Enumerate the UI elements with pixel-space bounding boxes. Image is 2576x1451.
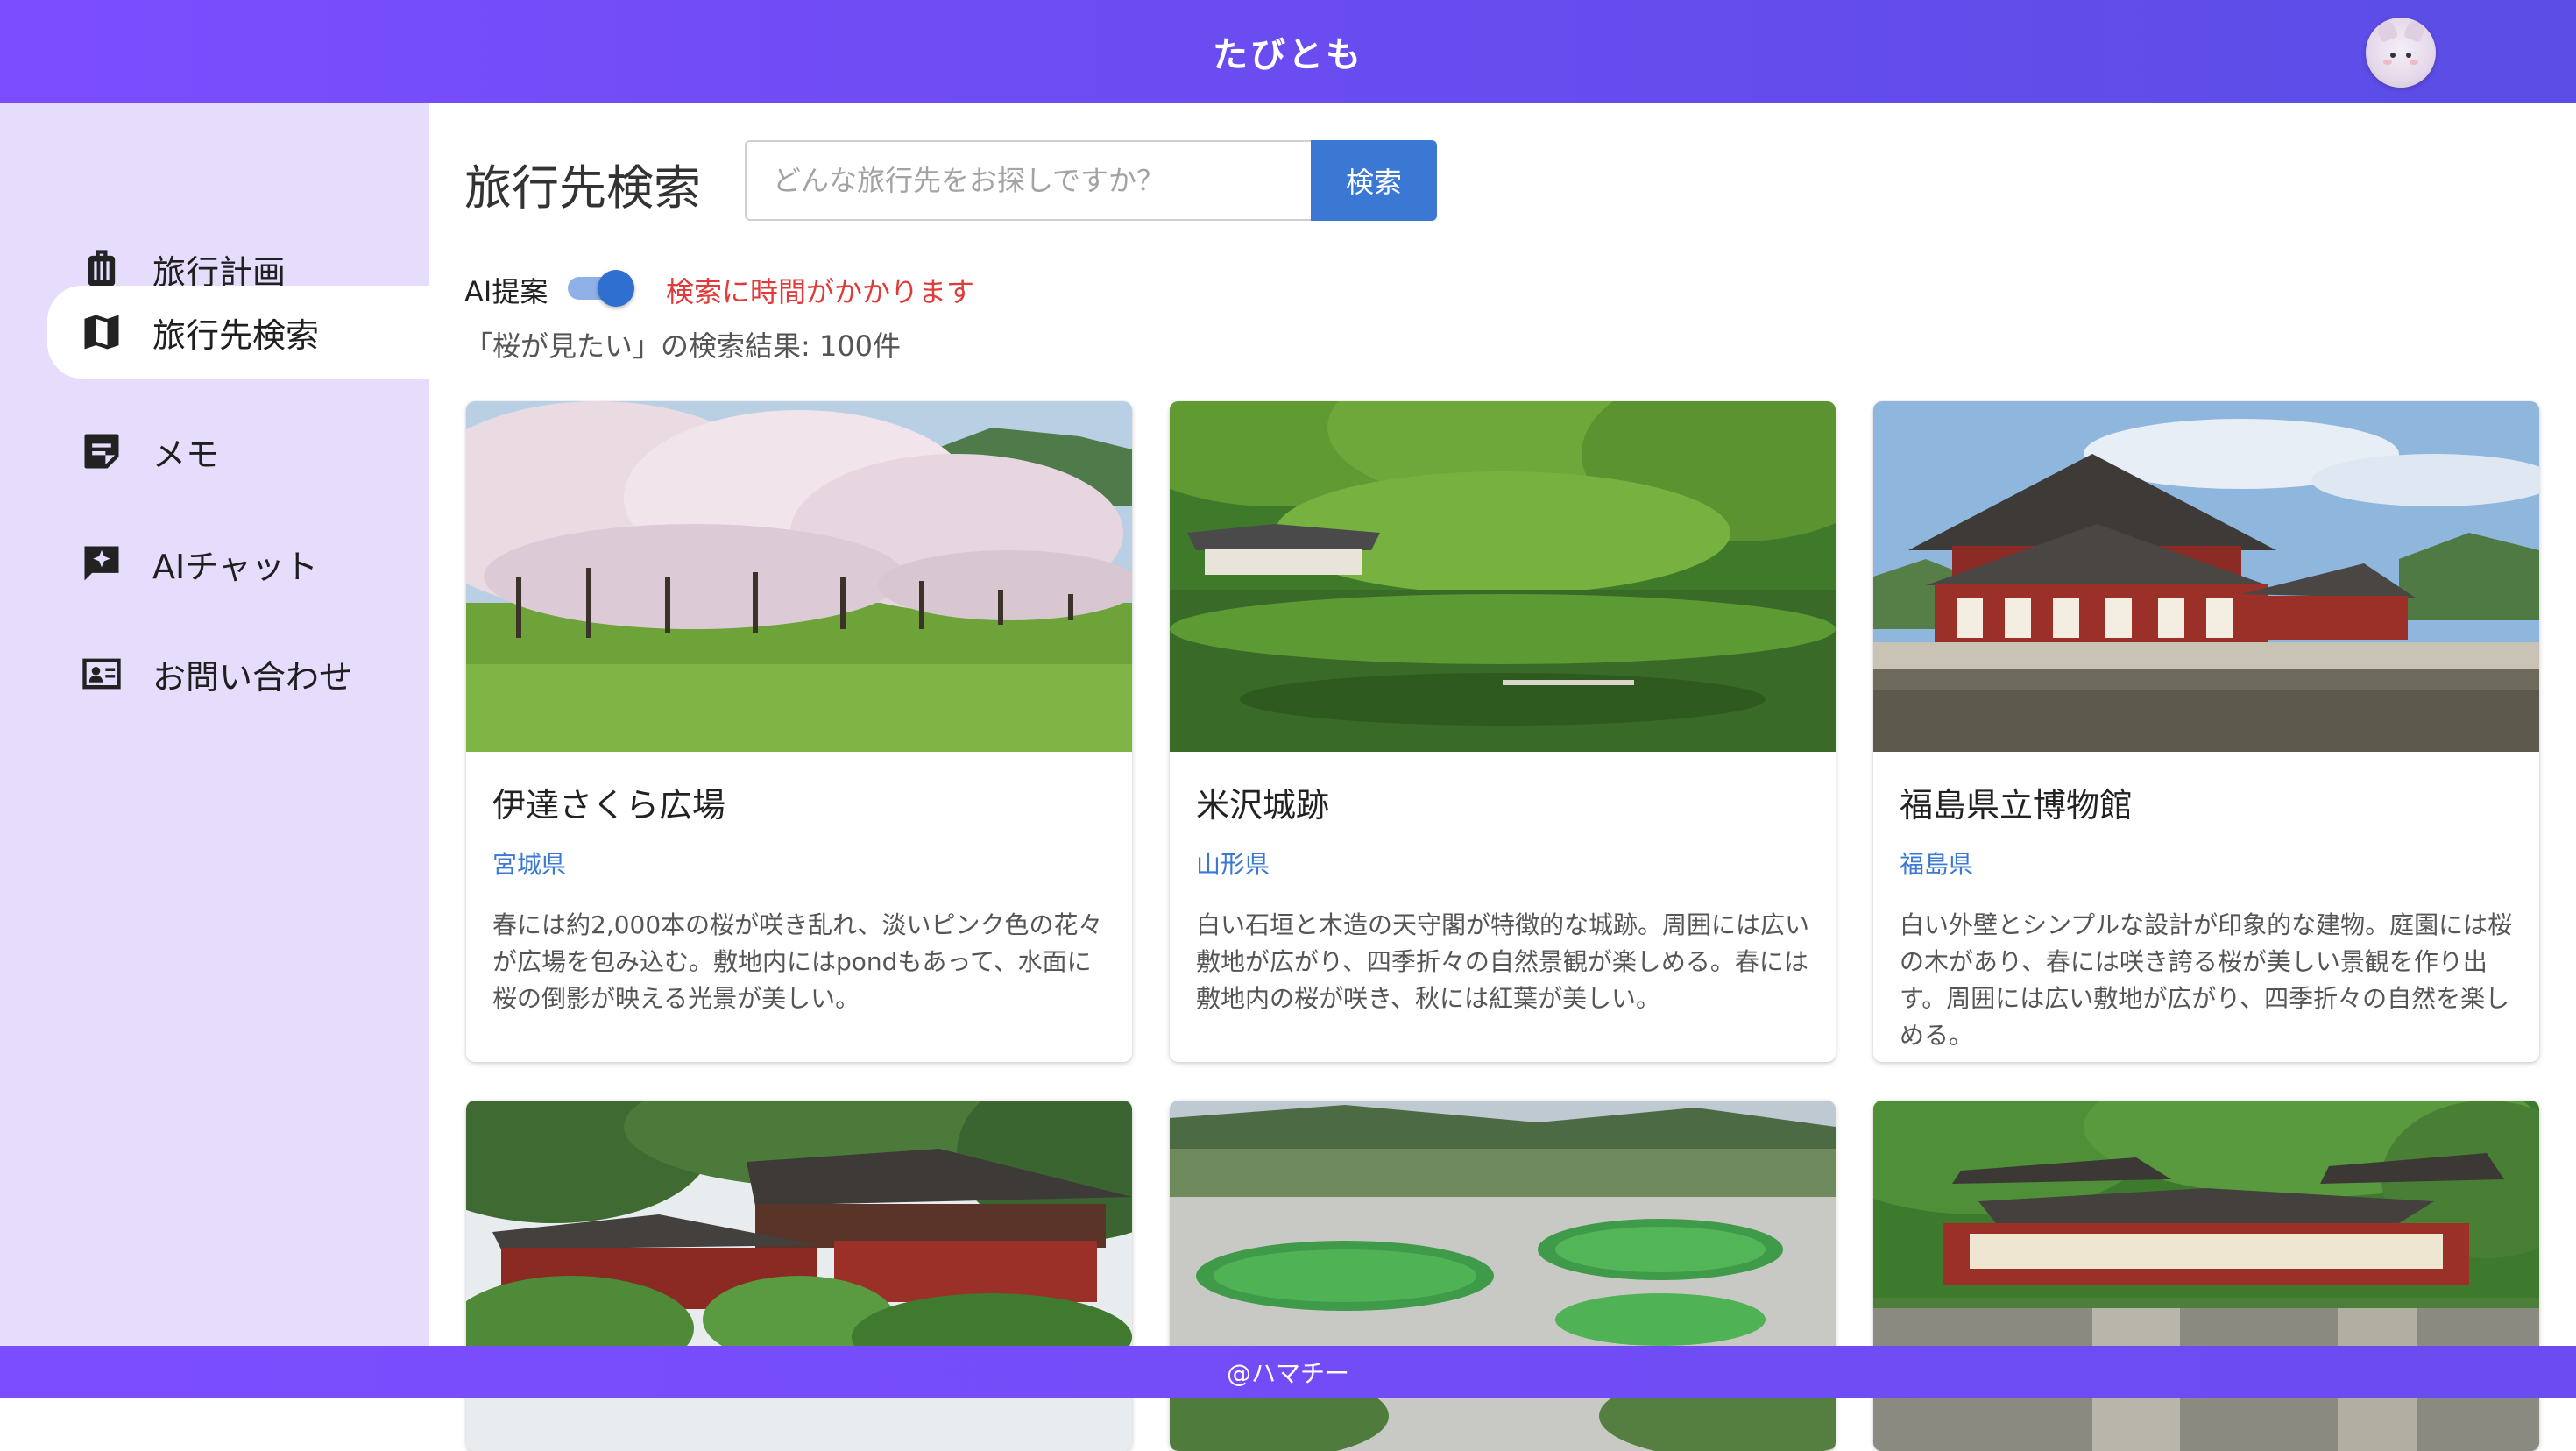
search-time-warning: 検索に時間がかかります [666, 275, 975, 308]
destination-photo [466, 401, 1132, 752]
destination-prefecture: 山形県 [1196, 850, 1270, 879]
sidebar-item-label: AIチャット [152, 547, 318, 586]
sidebar-item-destination-search[interactable]: 旅行先検索 [47, 286, 429, 379]
sidebar-item-ai-chat[interactable]: AIチャット [47, 517, 429, 610]
destination-prefecture: 宮城県 [492, 850, 567, 879]
destination-photo [1170, 401, 1836, 752]
destination-description: 春には約2,000本の桜が咲き乱れ、淡いピンク色の花々が広場を包み込む。敷地内に… [492, 910, 1103, 1013]
main-content: 旅行先検索 検索 AI提案 検索に時間がかかります 「桜が見たい」の検索結果: … [429, 103, 2576, 1451]
sidebar-item-contact[interactable]: お問い合わせ [47, 627, 429, 720]
sidebar-item-label: メモ [152, 435, 220, 474]
result-card[interactable]: 米沢城跡 山形県 白い石垣と木造の天守閣が特徴的な城跡。周囲には広い敷地が広がり… [1170, 401, 1836, 1062]
destination-photo [1170, 1101, 1836, 1451]
user-avatar[interactable] [2366, 18, 2436, 88]
search-input[interactable] [745, 140, 1311, 221]
page-title: 旅行先検索 [464, 160, 701, 216]
destination-prefecture: 福島県 [1900, 850, 1974, 879]
result-card[interactable] [466, 1101, 1132, 1451]
destination-name: 米沢城跡 [1196, 786, 1330, 825]
footer-credit: @ハマチー [1226, 1359, 1349, 1388]
app-header: たびとも [0, 0, 2576, 103]
result-card[interactable] [1170, 1101, 1836, 1451]
sidebar-item-memo[interactable]: メモ [47, 405, 429, 498]
destination-photo [1873, 1101, 2539, 1451]
map-icon [84, 315, 119, 350]
contact-card-icon [82, 658, 121, 690]
destination-name: 伊達さくら広場 [492, 786, 726, 825]
result-card[interactable]: 福島県立博物館 福島県 白い外壁とシンプルな設計が印象的な建物。庭園には桜の木が… [1873, 401, 2539, 1062]
destination-photo [1873, 401, 2539, 752]
footer: @ハマチー [0, 1346, 2576, 1398]
ai-suggestion-label: AI提案 [464, 275, 548, 308]
sidebar-item-label: お問い合わせ [152, 657, 353, 697]
sidebar-item-label: 旅行先検索 [152, 315, 320, 355]
app-title: たびとも [1213, 35, 1363, 75]
ai-suggestion-toggle[interactable] [568, 270, 634, 307]
ai-chat-icon [84, 546, 119, 581]
note-icon [84, 434, 119, 469]
destination-description: 白い外壁とシンプルな設計が印象的な建物。庭園には桜の木があり、春には咲き誇る桜が… [1900, 910, 2513, 1050]
destination-description: 白い石垣と木造の天守閣が特徴的な城跡。周囲には広い敷地が広がり、四季折々の自然景… [1196, 910, 1810, 1013]
destination-name: 福島県立博物館 [1900, 786, 2134, 825]
destination-photo [466, 1101, 1132, 1451]
sidebar: 旅行計画 旅行先検索 メモ AIチャット お問い合わせ [0, 103, 429, 1346]
result-card[interactable]: 伊達さくら広場 宮城県 春には約2,000本の桜が咲き乱れ、淡いピンク色の花々が… [466, 401, 1132, 1062]
result-count: 「桜が見たい」の検索結果: 100件 [464, 329, 902, 363]
search-button[interactable]: 検索 [1311, 140, 1437, 221]
result-card[interactable] [1873, 1101, 2539, 1451]
